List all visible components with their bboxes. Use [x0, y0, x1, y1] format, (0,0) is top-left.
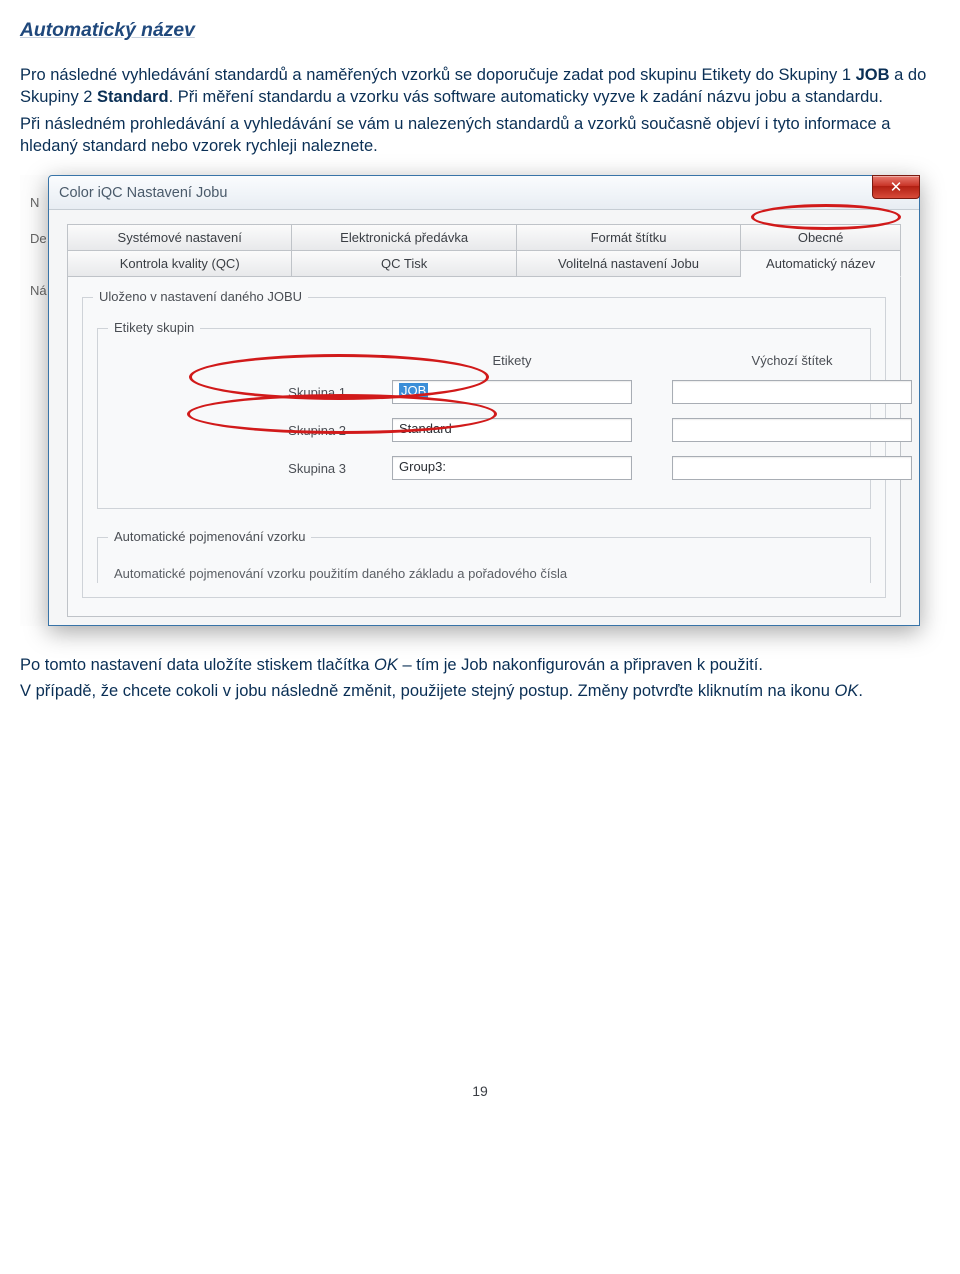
- intro-paragraph-2: Při následném prohledávání a vyhledávání…: [20, 113, 940, 158]
- intro-paragraph-1: Pro následné vyhledávání standardů a nam…: [20, 64, 940, 109]
- closing-paragraph-2: V případě, že chcete cokoli v jobu násle…: [20, 680, 940, 702]
- tab-system-settings[interactable]: Systémové nastavení: [67, 224, 292, 251]
- settings-dialog: Color iQC Nastavení Jobu ✕ Systémové nas…: [48, 175, 920, 626]
- italic-ok: OK: [835, 682, 859, 700]
- peek-letter: N: [30, 195, 39, 210]
- closing-paragraph-1: Po tomto nastavení data uložíte stiskem …: [20, 654, 940, 676]
- text: .: [858, 682, 863, 700]
- dialog-body: Systémové nastavení Elektronická předávk…: [49, 210, 919, 625]
- row-label: Skupina 1: [192, 385, 352, 400]
- input-skupina2-etikety[interactable]: Standard: [392, 418, 632, 442]
- row-skupina-2: Skupina 2 Standard: [192, 418, 856, 442]
- row-skupina-3: Skupina 3 Group3:: [192, 456, 856, 480]
- text: Po tomto nastavení data uložíte stiskem …: [20, 656, 374, 674]
- text: – tím je Job nakonfigurován a připraven …: [398, 656, 763, 674]
- tab-qc[interactable]: Kontrola kvality (QC): [67, 251, 292, 277]
- fieldset-etikety-skupin: Etikety skupin Etikety Výchozí štítek Sk…: [97, 328, 871, 509]
- input-skupina1-stitek[interactable]: [672, 380, 912, 404]
- text: V případě, že chcete cokoli v jobu násle…: [20, 682, 835, 700]
- dialog-title: Color iQC Nastavení Jobu: [59, 185, 227, 201]
- tab-panel: Uloženo v nastavení daného JOBU Etikety …: [67, 277, 901, 617]
- text: Pro následné vyhledávání standardů a nam…: [20, 66, 856, 84]
- screenshot-container: N De Ná Color iQC Nastavení Jobu ✕ Systé…: [20, 175, 920, 626]
- column-label-stitek: Výchozí štítek: [672, 353, 912, 368]
- fieldset-legend: Etikety skupin: [108, 320, 200, 335]
- fieldset-legend: Uloženo v nastavení daného JOBU: [93, 289, 308, 304]
- section-title: Automatický název: [20, 20, 940, 42]
- tab-row-2: Kontrola kvality (QC) QC Tisk Volitelná …: [67, 251, 901, 277]
- tab-label-format[interactable]: Formát štítku: [517, 224, 741, 251]
- input-skupina3-etikety[interactable]: Group3:: [392, 456, 632, 480]
- tab-general[interactable]: Obecné: [741, 224, 901, 251]
- tab-row-1: Systémové nastavení Elektronická předávk…: [67, 224, 901, 251]
- selected-text: JOB: [399, 383, 428, 398]
- tab-qc-print[interactable]: QC Tisk: [292, 251, 516, 277]
- dialog-titlebar[interactable]: Color iQC Nastavení Jobu: [49, 176, 919, 210]
- row-label: Skupina 2: [192, 423, 352, 438]
- input-skupina3-stitek[interactable]: [672, 456, 912, 480]
- italic-ok: OK: [374, 656, 398, 674]
- closing-paragraphs: Po tomto nastavení data uložíte stiskem …: [20, 654, 940, 703]
- fieldset-auto-naming: Automatické pojmenování vzorku Automatic…: [97, 537, 871, 583]
- tab-electronic-handoff[interactable]: Elektronická předávka: [292, 224, 516, 251]
- columns-header: Etikety Výchozí štítek: [192, 353, 856, 368]
- tab-optional-job-settings[interactable]: Volitelná nastavení Jobu: [517, 251, 741, 277]
- text: . Při měření standardu a vzorku vás soft…: [169, 88, 883, 106]
- peek-letter: De: [30, 231, 47, 246]
- page-number: 19: [20, 1083, 940, 1099]
- peek-letter: Ná: [30, 283, 47, 298]
- bold-job: JOB: [856, 66, 890, 84]
- auto-naming-description: Automatické pojmenování vzorku použitím …: [112, 566, 856, 581]
- fieldset-job-stored: Uloženo v nastavení daného JOBU Etikety …: [82, 297, 886, 598]
- row-skupina-1: Skupina 1 JOB: [192, 380, 856, 404]
- row-label: Skupina 3: [192, 461, 352, 476]
- close-icon: ✕: [890, 178, 903, 196]
- input-skupina1-etikety[interactable]: JOB: [392, 380, 632, 404]
- bold-standard: Standard: [97, 88, 169, 106]
- close-button[interactable]: ✕: [872, 175, 920, 199]
- column-label-etikety: Etikety: [392, 353, 632, 368]
- fieldset-legend: Automatické pojmenování vzorku: [108, 529, 311, 544]
- tab-automatic-name[interactable]: Automatický název: [741, 251, 901, 277]
- input-skupina2-stitek[interactable]: [672, 418, 912, 442]
